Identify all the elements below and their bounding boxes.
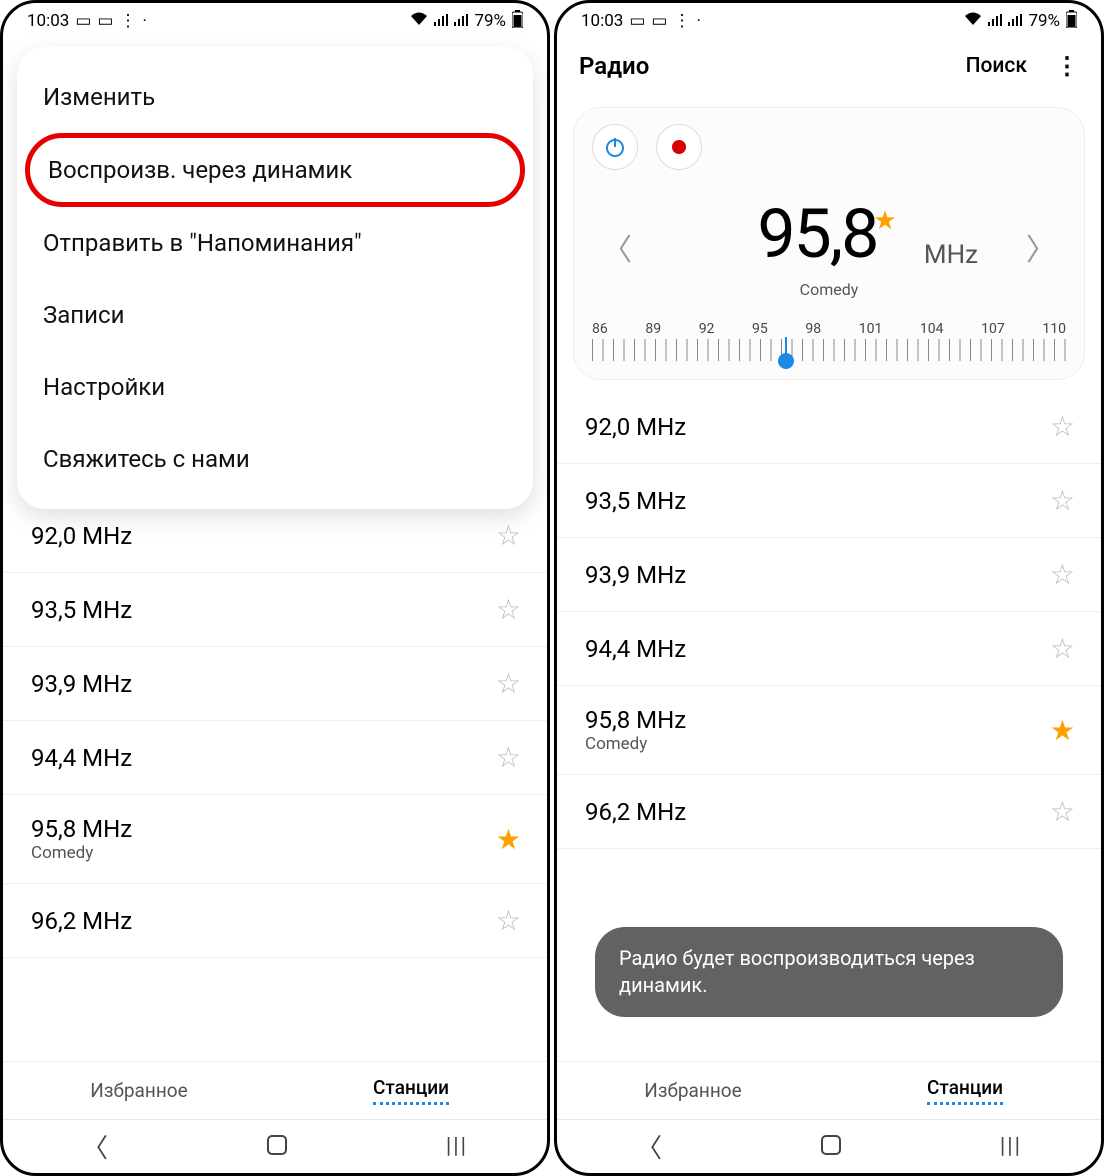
list-item[interactable]: 96,2 MHz ☆ [3, 884, 547, 958]
list-item[interactable]: 93,9 MHz ☆ [557, 538, 1101, 612]
menu-settings[interactable]: Настройки [17, 351, 533, 423]
star-icon[interactable]: ☆ [496, 904, 521, 937]
list-item[interactable]: 95,8 MHz Comedy ★ [3, 795, 547, 884]
page-title: Радио [579, 52, 649, 80]
status-time: 10:03 [581, 11, 623, 31]
list-item[interactable]: 94,4 MHz ☆ [557, 612, 1101, 686]
context-menu: Изменить Воспроизв. через динамик Отправ… [17, 47, 533, 509]
star-icon[interactable]: ★ [1050, 714, 1075, 747]
star-icon[interactable]: ☆ [1050, 410, 1075, 443]
app-bar: Радио Поиск ⋮ [557, 39, 1101, 93]
star-icon[interactable]: ☆ [1050, 795, 1075, 828]
star-icon[interactable]: ☆ [1050, 558, 1075, 591]
list-item[interactable]: 96,2 MHz ☆ [557, 775, 1101, 849]
bottom-tabs: Избранное Станции [557, 1061, 1101, 1119]
star-icon[interactable]: ☆ [496, 593, 521, 626]
power-button[interactable] [592, 124, 638, 170]
status-bar: 10:03 ▭ ▭ ⋮ · 79% [557, 3, 1101, 39]
gallery-icon: ▭ [75, 11, 91, 31]
menu-contact[interactable]: Свяжитесь с нами [17, 423, 533, 495]
menu-play-speaker[interactable]: Воспроизв. через динамик [25, 133, 525, 207]
nav-home-icon[interactable] [266, 1134, 288, 1160]
list-item[interactable]: 95,8 MHz Comedy ★ [557, 686, 1101, 775]
card-icon: ▭ [97, 11, 113, 31]
wifi-icon [964, 11, 982, 31]
more-icon[interactable]: ⋮ [1055, 52, 1079, 80]
nav-recents-icon[interactable]: ||| [446, 1134, 468, 1159]
toast-message: Радио будет воспроизводиться через динам… [595, 927, 1063, 1017]
star-icon[interactable]: ★ [496, 823, 521, 856]
record-button[interactable] [656, 124, 702, 170]
star-icon[interactable]: ☆ [1050, 632, 1075, 665]
nav-back-icon[interactable]: 〈 [82, 1128, 108, 1165]
status-bar: 10:03 ▭ ▭ ⋮ · 79% [3, 3, 547, 39]
nav-home-icon[interactable] [820, 1134, 842, 1160]
usb-icon: ⋮ [119, 11, 136, 31]
tab-favorites[interactable]: Избранное [557, 1062, 829, 1119]
usb-icon: ⋮ [673, 11, 690, 31]
nav-bar: 〈 ||| [3, 1119, 547, 1173]
list-item[interactable]: 92,0 MHz ☆ [557, 390, 1101, 464]
menu-reminders[interactable]: Отправить в "Напоминания" [17, 207, 533, 279]
tab-stations[interactable]: Станции [829, 1062, 1101, 1119]
signal-icon-2 [454, 11, 468, 31]
star-icon[interactable]: ☆ [496, 519, 521, 552]
frequency-unit: MHz [924, 240, 978, 270]
scale-handle[interactable] [778, 353, 794, 369]
tab-favorites[interactable]: Избранное [3, 1062, 275, 1119]
nav-back-icon[interactable]: 〈 [636, 1128, 662, 1165]
search-button[interactable]: Поиск [966, 54, 1027, 78]
station-list-left: 92,0 MHz ☆ 93,5 MHz ☆ 93,9 MHz ☆ 94,4 MH… [3, 499, 547, 1061]
signal-icon [988, 11, 1002, 31]
battery-icon [512, 10, 523, 33]
phone-left: 10:03 ▭ ▭ ⋮ · 79% Изменить Воспроизв. че… [0, 0, 550, 1176]
menu-edit[interactable]: Изменить [17, 61, 533, 133]
nav-bar: 〈 ||| [557, 1119, 1101, 1173]
station-name: Comedy [757, 280, 900, 299]
menu-recordings[interactable]: Записи [17, 279, 533, 351]
battery-text: 79% [474, 11, 506, 31]
battery-text: 79% [1028, 11, 1060, 31]
tab-stations[interactable]: Станции [275, 1062, 547, 1119]
frequency-display: 95,8 [757, 194, 877, 274]
battery-icon [1066, 10, 1077, 33]
list-item[interactable]: 92,0 MHz ☆ [3, 499, 547, 573]
signal-icon-2 [1008, 11, 1022, 31]
prev-station-icon[interactable]: 〈 [592, 225, 642, 269]
phone-right: 10:03 ▭ ▭ ⋮ · 79% Радио Поиск ⋮ [554, 0, 1104, 1176]
bottom-tabs: Избранное Станции [3, 1061, 547, 1119]
list-item[interactable]: 93,9 MHz ☆ [3, 647, 547, 721]
card-icon: ▭ [651, 11, 667, 31]
list-item[interactable]: 93,5 MHz ☆ [3, 573, 547, 647]
wifi-icon [410, 11, 428, 31]
star-icon: ★ [873, 206, 896, 236]
gallery-icon: ▭ [629, 11, 645, 31]
frequency-scale[interactable]: 86 89 92 95 98 101 104 107 110 [592, 321, 1066, 361]
star-icon[interactable]: ☆ [496, 667, 521, 700]
list-item[interactable]: 94,4 MHz ☆ [3, 721, 547, 795]
tuner-card: 〈 95,8★ MHz Comedy 〉 86 89 92 95 98 101 … [573, 107, 1085, 380]
star-icon[interactable]: ☆ [1050, 484, 1075, 517]
status-time: 10:03 [27, 11, 69, 31]
nav-recents-icon[interactable]: ||| [1000, 1134, 1022, 1159]
list-item[interactable]: 93,5 MHz ☆ [557, 464, 1101, 538]
star-icon[interactable]: ☆ [496, 741, 521, 774]
signal-icon [434, 11, 448, 31]
next-station-icon[interactable]: 〉 [1016, 225, 1066, 269]
